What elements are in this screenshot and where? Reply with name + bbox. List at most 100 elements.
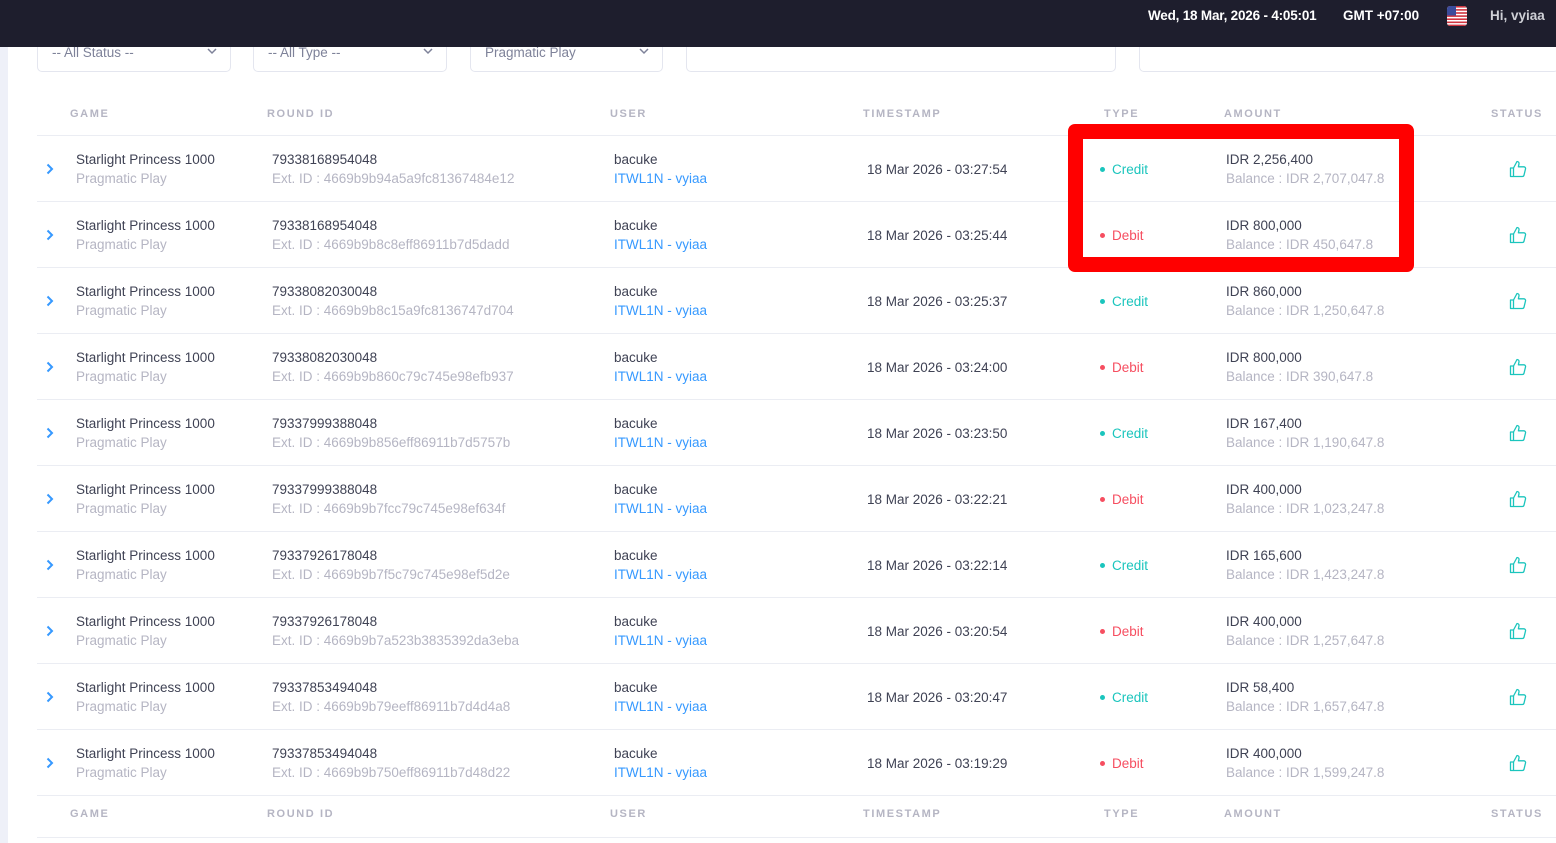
amount: IDR 2,256,400 [1226,152,1314,167]
balance: Balance : IDR 390,647.8 [1226,369,1374,384]
game-name: Starlight Princess 1000 [76,746,215,761]
table-row[interactable]: Starlight Princess 1000 Pragmatic Play 793… [37,730,1556,796]
col-timestamp[interactable]: TIMESTAMP [863,808,941,820]
game-name: Starlight Princess 1000 [76,416,215,431]
game-provider: Pragmatic Play [76,369,167,384]
agent-link[interactable]: ITWL1N - vyiaa [614,369,707,384]
status-dot-icon [1100,496,1105,502]
game-provider: Pragmatic Play [76,765,167,780]
timestamp: 18 Mar 2026 - 03:25:37 [867,294,1008,309]
chevron-right-icon[interactable] [45,690,57,704]
agent-link[interactable]: ITWL1N - vyiaa [614,435,707,450]
type-label: Debit [1112,624,1144,639]
status-dot-icon [1100,562,1105,568]
table-row[interactable]: Starlight Princess 1000 Pragmatic Play 793… [37,334,1556,400]
round-id: 79338168954048 [272,152,378,167]
table-row[interactable]: Starlight Princess 1000 Pragmatic Play 793… [37,664,1556,730]
username: bacuke [614,284,658,299]
user-greeting[interactable]: Hi, vyiaa [1490,8,1545,23]
thumbs-up-icon[interactable] [1508,225,1528,245]
chevron-right-icon[interactable] [45,228,57,242]
col-type[interactable]: TYPE [1104,808,1139,820]
col-round-id[interactable]: ROUND ID [267,108,334,120]
thumbs-up-icon[interactable] [1508,753,1528,773]
status-dot-icon [1100,298,1105,304]
col-user[interactable]: USER [610,808,647,820]
col-type[interactable]: TYPE [1104,108,1139,120]
balance: Balance : IDR 1,423,247.8 [1226,567,1385,582]
agent-link[interactable]: ITWL1N - vyiaa [614,567,707,582]
top-bar: Wed, 18 Mar, 2026 - 4:05:01 GMT +07:00 H… [0,0,1556,47]
game-provider: Pragmatic Play [76,303,167,318]
current-datetime: Wed, 18 Mar, 2026 - 4:05:01 [1148,8,1317,23]
chevron-right-icon[interactable] [45,492,57,506]
table-row[interactable]: Starlight Princess 1000 Pragmatic Play 793… [37,268,1556,334]
agent-link[interactable]: ITWL1N - vyiaa [614,765,707,780]
round-id: 79338082030048 [272,350,378,365]
table-row[interactable]: Starlight Princess 1000 Pragmatic Play 793… [37,136,1556,202]
timestamp: 18 Mar 2026 - 03:20:54 [867,624,1008,639]
table-row[interactable]: Starlight Princess 1000 Pragmatic Play 793… [37,202,1556,268]
chevron-right-icon[interactable] [45,294,57,308]
agent-link[interactable]: ITWL1N - vyiaa [614,237,707,252]
chevron-right-icon[interactable] [45,426,57,440]
col-timestamp[interactable]: TIMESTAMP [863,108,941,120]
col-status[interactable]: STATUS [1491,808,1543,820]
thumbs-up-icon[interactable] [1508,291,1528,311]
agent-link[interactable]: ITWL1N - vyiaa [614,699,707,714]
chevron-right-icon[interactable] [45,756,57,770]
table-row[interactable]: Starlight Princess 1000 Pragmatic Play 793… [37,532,1556,598]
col-game[interactable]: GAME [70,808,109,820]
chevron-right-icon[interactable] [45,162,57,176]
ext-id: Ext. ID : 4669b9b856eff86911b7d5757b [272,435,511,450]
col-user[interactable]: USER [610,108,647,120]
balance: Balance : IDR 1,657,647.8 [1226,699,1385,714]
ext-id: Ext. ID : 4669b9b7f5c79c745e98ef5d2e [272,567,510,582]
thumbs-up-icon[interactable] [1508,621,1528,641]
game-provider: Pragmatic Play [76,567,167,582]
balance: Balance : IDR 1,190,647.8 [1226,435,1385,450]
col-amount[interactable]: AMOUNT [1224,808,1282,820]
thumbs-up-icon[interactable] [1508,357,1528,377]
amount: IDR 860,000 [1226,284,1302,299]
thumbs-up-icon[interactable] [1508,159,1528,179]
timestamp: 18 Mar 2026 - 03:27:54 [867,162,1008,177]
amount: IDR 58,400 [1226,680,1295,695]
table-row[interactable]: Starlight Princess 1000 Pragmatic Play 793… [37,598,1556,664]
type-badge: Debit [1100,492,1144,507]
ext-id: Ext. ID : 4669b9b7a523b3835392da3eba [272,633,519,648]
col-amount[interactable]: AMOUNT [1224,108,1282,120]
timezone-label: GMT +07:00 [1343,8,1420,23]
thumbs-up-icon[interactable] [1508,489,1528,509]
timestamp: 18 Mar 2026 - 03:24:00 [867,360,1008,375]
agent-link[interactable]: ITWL1N - vyiaa [614,633,707,648]
username: bacuke [614,482,658,497]
timestamp: 18 Mar 2026 - 03:25:44 [867,228,1008,243]
thumbs-up-icon[interactable] [1508,423,1528,443]
agent-link[interactable]: ITWL1N - vyiaa [614,501,707,516]
col-round-id[interactable]: ROUND ID [267,808,334,820]
game-provider: Pragmatic Play [76,171,167,186]
agent-link[interactable]: ITWL1N - vyiaa [614,171,707,186]
agent-link[interactable]: ITWL1N - vyiaa [614,303,707,318]
chevron-right-icon[interactable] [45,558,57,572]
username: bacuke [614,350,658,365]
col-game[interactable]: GAME [70,108,109,120]
ext-id: Ext. ID : 4669b9b79eeff86911b7d4d4a8 [272,699,511,714]
table-footer: GAME ROUND ID USER TIMESTAMP TYPE AMOUNT… [37,808,1556,838]
thumbs-up-icon[interactable] [1508,555,1528,575]
table-row[interactable]: Starlight Princess 1000 Pragmatic Play 793… [37,400,1556,466]
balance: Balance : IDR 1,023,247.8 [1226,501,1385,516]
amount: IDR 800,000 [1226,350,1302,365]
round-id: 79337853494048 [272,746,378,761]
thumbs-up-icon[interactable] [1508,687,1528,707]
ext-id: Ext. ID : 4669b9b7fcc79c745e98ef634f [272,501,506,516]
ext-id: Ext. ID : 4669b9b94a5a9fc81367484e12 [272,171,515,186]
amount: IDR 400,000 [1226,746,1302,761]
table-row[interactable]: Starlight Princess 1000 Pragmatic Play 793… [37,466,1556,532]
col-status[interactable]: STATUS [1491,108,1543,120]
us-flag-icon[interactable] [1447,6,1467,26]
provider-filter-value: Pragmatic Play [485,45,576,60]
chevron-right-icon[interactable] [45,360,57,374]
chevron-right-icon[interactable] [45,624,57,638]
